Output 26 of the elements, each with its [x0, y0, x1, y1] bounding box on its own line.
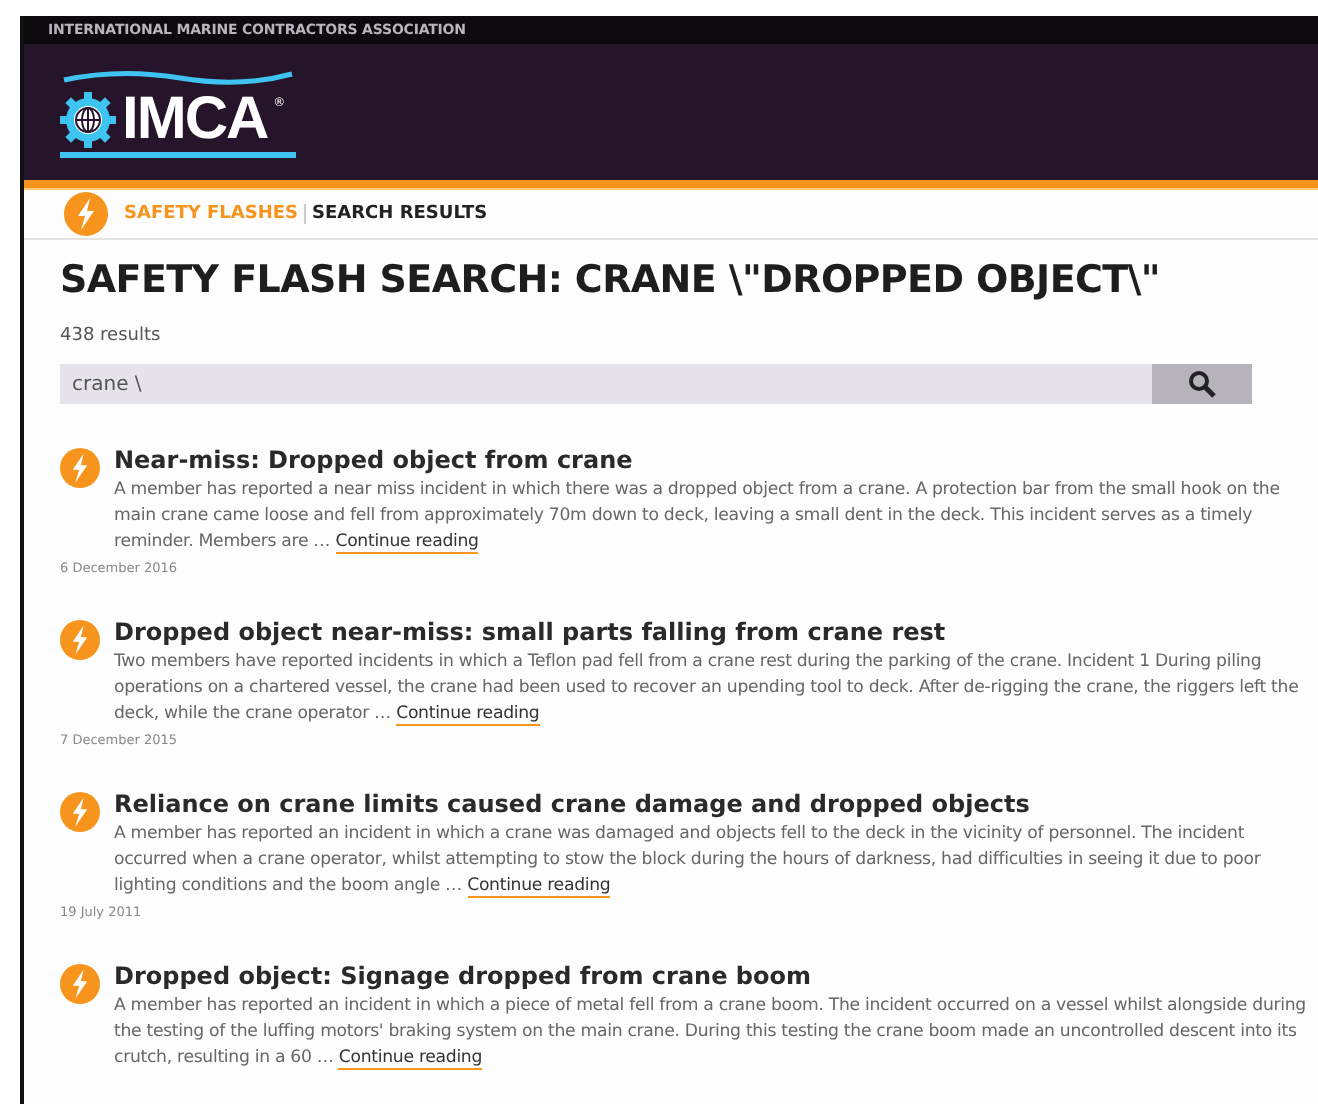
lightning-icon	[60, 448, 100, 488]
wave-icon	[60, 67, 296, 87]
lightning-icon	[64, 192, 108, 236]
result-excerpt: A member has reported an incident in which a piece of metal fell from a crane boom. The incident occurred on a vessel whilst alongside during the testing of the luffing motors' braking system on the main crane. During this testing the crane boom made an uncontrolled descent into its crutch, resulting in a 60 … Continue reading	[114, 994, 1306, 1072]
lightning-icon	[60, 620, 100, 660]
search-field[interactable]: crane \	[60, 364, 1152, 404]
result-count: 438 results	[60, 326, 163, 346]
result-excerpt: A member has reported an incident in which a crane was damaged and objects fell to the deck in the vicinity of personnel. The incident occurred when a crane operator, whilst attempting to stow the block during the hours of darkness, had difficulties in seeing it due to poor lighting conditions and the boom angle … Continue reading	[114, 822, 1263, 900]
lightning-icon	[60, 964, 100, 1004]
continue-reading-link[interactable]: Continue reading	[335, 532, 479, 554]
breadcrumb-link[interactable]: SEARCH RESULTS	[312, 204, 488, 224]
page-title: SAFETY FLASH SEARCH: CRANE \"DROPPED OBJECT\"	[60, 258, 1163, 302]
gear-globe-icon	[60, 91, 116, 147]
result-excerpt: A member has reported a near miss incident in which there was a dropped object from a crane. A protection bar from the small hook on the main crane came loose and fell from approximately 70m down to deck, leaving a small dent in the deck. This incident serves as a timely reminder. Members are … Continue reading	[114, 478, 1282, 556]
search-icon	[1188, 370, 1216, 398]
continue-reading-link[interactable]: Continue reading	[467, 876, 611, 898]
result-title-link[interactable]: Reliance on crane limits caused crane damage and dropped objects	[114, 790, 1306, 818]
result-title-link[interactable]: Dropped object: Signage dropped from crane boom	[114, 962, 1306, 990]
logo-text[interactable]: IMCA	[122, 89, 268, 149]
lightning-icon	[60, 792, 100, 832]
continue-reading-link[interactable]: Continue reading	[338, 1048, 483, 1070]
result-title-link[interactable]: Dropped object near-miss: small parts falling from crane rest	[114, 618, 1306, 646]
result-excerpt: Two members have reported incidents in which a Teflon pad fell from a crane rest during the parking of the crane. Incident 1 During piling operations on a chartered vessel, the crane had been used to recover an upending tool to deck. After de-rigging the crane, the riggers left the deck, while the crane operator … Continue reading	[114, 650, 1301, 728]
search-button[interactable]	[1152, 364, 1252, 404]
result-title-link[interactable]: Near-miss: Dropped object from crane	[114, 446, 1306, 474]
continue-reading-link[interactable]: Continue reading	[396, 704, 540, 726]
